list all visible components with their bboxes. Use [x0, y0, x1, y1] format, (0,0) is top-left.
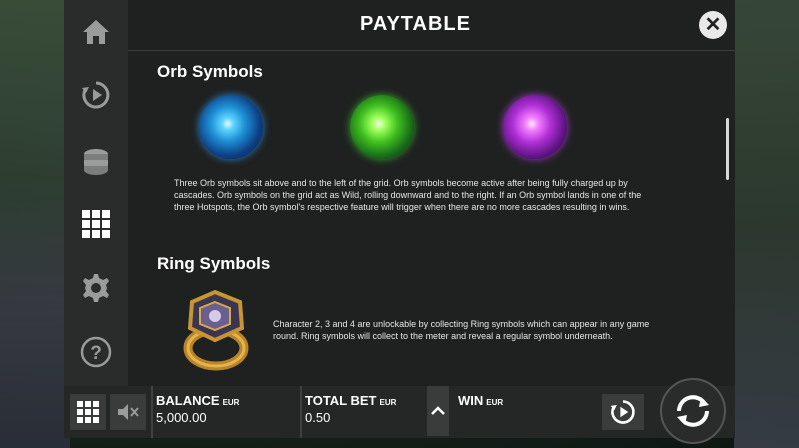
- grid-icon: [82, 210, 110, 238]
- bet-settings-button[interactable]: [78, 142, 114, 178]
- close-icon: ✕: [704, 14, 722, 36]
- paytable-button[interactable]: [78, 206, 114, 242]
- ring-symbol: [183, 289, 249, 371]
- sound-toggle-button[interactable]: [110, 394, 146, 430]
- autoplay-button[interactable]: [602, 394, 644, 430]
- spin-icon: [677, 395, 709, 427]
- autoplay-icon: [82, 81, 110, 109]
- paytable-panel: PAYTABLE ✕ Orb Symbols Three Orb symbols…: [128, 0, 735, 386]
- bet-increase-button[interactable]: [427, 386, 449, 436]
- coins-icon: [84, 149, 108, 175]
- ring-section-title: Ring Symbols: [157, 254, 271, 273]
- total-bet-label: TOTAL BET EUR: [305, 393, 397, 408]
- close-button[interactable]: ✕: [699, 11, 727, 39]
- settings-button[interactable]: [78, 270, 114, 306]
- help-button[interactable]: ?: [78, 334, 114, 370]
- autoplay-button[interactable]: [78, 77, 114, 113]
- ring-description: Character 2, 3 and 4 are unlockable by c…: [273, 319, 650, 341]
- sidebar: ?: [64, 0, 128, 386]
- bottom-bar: BALANCE EUR 5,000.00 TOTAL BET EUR 0.50 WI…: [64, 386, 735, 438]
- purple-orb-symbol: [503, 95, 567, 159]
- background-right: [734, 0, 799, 448]
- win-label: WIN EUR: [458, 393, 504, 408]
- green-orb-symbol: [350, 95, 414, 159]
- chevron-up-icon: [431, 406, 445, 415]
- divider: [151, 386, 153, 438]
- help-icon: ?: [80, 336, 112, 368]
- background-left: [0, 0, 70, 448]
- page-title: PAYTABLE: [360, 13, 471, 35]
- divider: [300, 386, 302, 438]
- scrollbar[interactable]: [726, 118, 729, 180]
- gear-icon: [83, 274, 109, 302]
- home-icon: [83, 20, 109, 44]
- autoplay-icon: [610, 400, 635, 424]
- panel-header: PAYTABLE ✕: [128, 0, 735, 51]
- orb-section-title: Orb Symbols: [157, 62, 263, 81]
- home-button[interactable]: [78, 14, 114, 50]
- balance-label: BALANCE EUR: [156, 393, 240, 408]
- total-bet-value: 0.50: [305, 410, 331, 425]
- orb-description: Three Orb symbols sit above and to the l…: [174, 178, 642, 212]
- grid-icon: [77, 401, 99, 423]
- spin-button[interactable]: [660, 378, 726, 444]
- balance-value: 5,000.00: [156, 410, 207, 425]
- blue-orb-symbol: [199, 95, 263, 159]
- speaker-muted-icon: [118, 404, 139, 420]
- svg-text:?: ?: [90, 343, 102, 364]
- menu-button[interactable]: [70, 394, 106, 430]
